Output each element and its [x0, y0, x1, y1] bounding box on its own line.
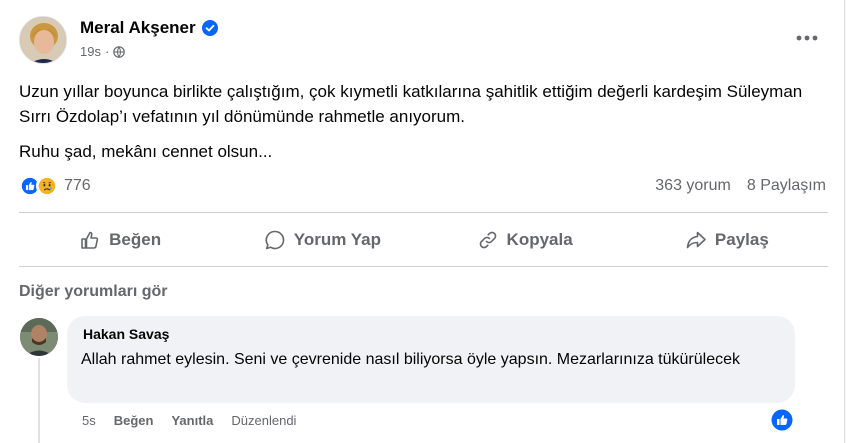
- thread-line: [38, 358, 40, 443]
- verified-badge-icon: [201, 20, 218, 36]
- comment-like-button[interactable]: Beğen: [114, 413, 154, 428]
- comment-like-reaction-icon[interactable]: [771, 409, 793, 431]
- comment-bubble: Hakan Savaş Allah rahmet eylesin. Seni v…: [67, 316, 795, 403]
- post-time[interactable]: 19s: [80, 44, 101, 59]
- divider: [19, 266, 828, 267]
- link-icon: [479, 231, 496, 249]
- post-meta: 19s ·: [80, 44, 126, 59]
- comments-count[interactable]: 363 yorum: [655, 177, 731, 195]
- copy-button[interactable]: Kopyala: [424, 220, 626, 260]
- post-author: Meral Akşener: [80, 18, 218, 38]
- reaction-summary[interactable]: 776: [19, 175, 91, 197]
- reaction-count: 776: [64, 177, 91, 194]
- post-paragraph: Uzun yıllar boyunca birlikte çalıştığım,…: [19, 82, 803, 126]
- meta-separator: ·: [104, 44, 110, 59]
- author-avatar[interactable]: [19, 16, 67, 64]
- comment-label: Yorum Yap: [293, 230, 381, 249]
- comment-button[interactable]: Yorum Yap: [221, 220, 423, 260]
- comment-actions: 5s Beğen Yanıtla Düzenlendi: [82, 413, 296, 428]
- share-button[interactable]: Paylaş: [626, 220, 828, 260]
- author-name[interactable]: Meral Akşener: [80, 18, 196, 38]
- comment-text: Allah rahmet eylesin. Seni ve çevrenide …: [81, 351, 740, 368]
- post-stats: 363 yorum 8 Paylaşım: [655, 177, 826, 195]
- more-options-button[interactable]: [793, 28, 821, 48]
- thumbs-up-icon: [81, 231, 99, 249]
- comment-time[interactable]: 5s: [82, 413, 96, 428]
- see-more-comments-link[interactable]: Diğer yorumları gör: [19, 283, 167, 301]
- comment-reply-button[interactable]: Yanıtla: [171, 413, 213, 428]
- comment-edited-label: Düzenlendi: [231, 413, 297, 428]
- more-options-icon: [796, 35, 818, 41]
- comment-author[interactable]: Hakan Savaş: [83, 326, 781, 342]
- commenter-avatar[interactable]: [20, 318, 58, 356]
- sad-reaction-icon: [36, 175, 58, 197]
- copy-label: Kopyala: [506, 230, 573, 249]
- post-paragraph: Ruhu şad, mekânı cennet olsun...: [19, 142, 273, 161]
- post-text: Uzun yıllar boyunca birlikte çalıştığım,…: [19, 79, 819, 174]
- share-icon: [686, 231, 706, 249]
- post-card: Meral Akşener 19s · Uzun yıllar boyunca …: [0, 0, 845, 443]
- like-button[interactable]: Beğen: [19, 220, 221, 260]
- like-label: Beğen: [109, 230, 162, 249]
- action-bar: Beğen Yorum Yap Kopyala Paylaş: [19, 216, 828, 264]
- globe-icon: [113, 45, 126, 58]
- share-label: Paylaş: [714, 230, 769, 249]
- divider: [19, 212, 828, 213]
- shares-count[interactable]: 8 Paylaşım: [747, 177, 826, 195]
- comment-icon: [265, 230, 284, 250]
